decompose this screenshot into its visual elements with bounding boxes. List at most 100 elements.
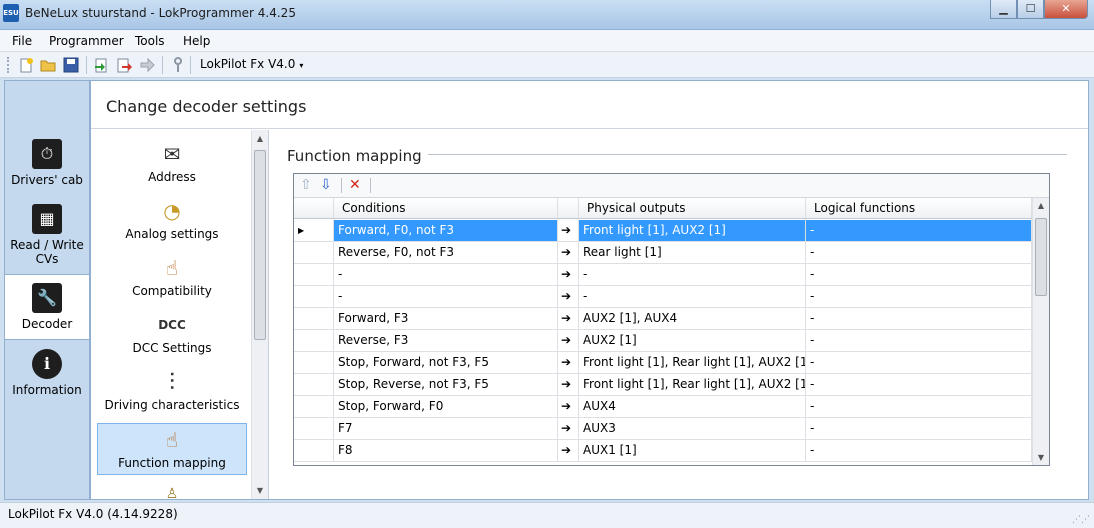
category-function-mapping[interactable]: ☝ Function mapping xyxy=(97,423,247,475)
toolbar: LokPilot Fx V4.0 ▾ xyxy=(0,52,1094,78)
category-next-partial[interactable]: ♙ xyxy=(97,480,247,499)
menu-file[interactable]: File xyxy=(12,34,32,48)
logical-functions-cell[interactable]: - xyxy=(806,286,1032,307)
conditions-cell[interactable]: Stop, Reverse, not F3, F5 xyxy=(334,374,558,395)
table-row[interactable]: F8 ➔ AUX1 [1] - xyxy=(294,440,1032,462)
menu-programmer[interactable]: Programmer xyxy=(49,34,124,48)
table-row[interactable]: Stop, Forward, F0 ➔ AUX4- xyxy=(294,396,1032,418)
category-address[interactable]: ✉ Address xyxy=(97,140,247,184)
conditions-cell[interactable]: - xyxy=(334,286,558,307)
conditions-cell[interactable]: Reverse, F3 xyxy=(334,330,558,351)
new-icon[interactable] xyxy=(18,57,34,73)
scroll-down-icon[interactable]: ▼ xyxy=(1033,453,1049,462)
category-compatibility[interactable]: ☝ Compatibility xyxy=(97,254,247,298)
save-icon[interactable] xyxy=(63,57,79,73)
physical-outputs-cell[interactable]: - xyxy=(579,286,806,307)
chevron-down-icon: ▾ xyxy=(299,61,304,70)
menu-help[interactable]: Help xyxy=(183,34,210,48)
table-row[interactable]: Reverse, F3 ➔ AUX2 [1] - xyxy=(294,330,1032,352)
move-down-icon[interactable]: ⇩ xyxy=(320,177,332,193)
column-header-conditions[interactable]: Conditions xyxy=(334,198,558,218)
logical-functions-cell[interactable]: - xyxy=(806,352,1032,373)
nav-decoder[interactable]: 🔧 Decoder xyxy=(5,274,89,340)
minimize-button[interactable]: ▁ xyxy=(990,0,1017,19)
table-row[interactable]: - ➔ - - xyxy=(294,264,1032,286)
category-label: Analog settings xyxy=(125,227,219,241)
logical-functions-cell[interactable]: - xyxy=(806,374,1032,395)
table-row[interactable]: ▶ Forward, F0, not F3 ➔ Front light [1], AU… xyxy=(294,220,1032,242)
conditions-cell[interactable]: F8 xyxy=(334,440,558,461)
grid-scrollbar[interactable]: ▲ ▼ xyxy=(1032,198,1049,465)
column-header-physical-outputs[interactable]: Physical outputs xyxy=(579,198,806,218)
physical-outputs-cell[interactable]: Rear light [1] xyxy=(579,242,806,263)
maximize-button[interactable]: ☐ xyxy=(1017,0,1044,19)
device-selector-label: LokPilot Fx V4.0 xyxy=(200,57,296,71)
logical-functions-cell[interactable]: - xyxy=(806,330,1032,351)
logical-functions-cell[interactable]: - xyxy=(806,418,1032,439)
nav-label: Information xyxy=(12,383,82,397)
key-icon[interactable] xyxy=(170,57,186,73)
row-marker xyxy=(294,286,334,307)
scroll-down-icon[interactable]: ▼ xyxy=(252,486,268,495)
nav-information[interactable]: ℹ Information xyxy=(5,349,89,397)
row-marker xyxy=(294,264,334,285)
column-header-logical-functions[interactable]: Logical functions xyxy=(806,198,1032,218)
table-row[interactable]: Stop, Forward, not F3, F5 ➔ Front light [1… xyxy=(294,352,1032,374)
table-row[interactable]: - ➔ - - xyxy=(294,286,1032,308)
logical-functions-cell[interactable]: - xyxy=(806,308,1032,329)
category-dcc-settings[interactable]: DCC DCC Settings xyxy=(97,311,247,355)
physical-outputs-cell[interactable]: Front light [1], Rear light [1], AUX2 [1… xyxy=(579,374,806,395)
menu-tools[interactable]: Tools xyxy=(135,34,165,48)
nav-read-write-cvs[interactable]: ▦ Read / Write CVs xyxy=(5,204,89,266)
import-icon[interactable] xyxy=(93,57,109,73)
scroll-up-icon[interactable]: ▲ xyxy=(252,134,268,143)
page-header: Change decoder settings xyxy=(91,81,1088,129)
logical-functions-cell[interactable]: - xyxy=(806,220,1032,241)
conditions-cell[interactable]: Stop, Forward, not F3, F5 xyxy=(334,352,558,373)
delete-icon[interactable]: ✕ xyxy=(349,177,361,193)
toolbar-separator xyxy=(370,178,371,193)
logical-functions-cell[interactable]: - xyxy=(806,396,1032,417)
close-button[interactable]: ✕ xyxy=(1044,0,1088,19)
conditions-cell[interactable]: Stop, Forward, F0 xyxy=(334,396,558,417)
category-driving-characteristics[interactable]: ⫶ Driving characteristics xyxy=(97,368,247,412)
table-row[interactable]: F7 ➔ AUX3- xyxy=(294,418,1032,440)
open-folder-icon[interactable] xyxy=(40,57,56,73)
gauge-icon: ◔ xyxy=(163,199,181,223)
physical-outputs-cell[interactable]: AUX4 xyxy=(579,396,806,417)
device-selector[interactable]: LokPilot Fx V4.0 ▾ xyxy=(196,56,307,74)
category-scrollbar[interactable]: ▲ ▼ xyxy=(251,130,268,499)
table-row[interactable]: Reverse, F0, not F3 ➔ Rear light [1] - xyxy=(294,242,1032,264)
table-row[interactable]: Stop, Reverse, not F3, F5 ➔ Front light [1… xyxy=(294,374,1032,396)
scrollbar-thumb[interactable] xyxy=(1035,218,1047,296)
conditions-cell[interactable]: Forward, F0, not F3 xyxy=(334,220,558,241)
category-label: DCC Settings xyxy=(132,341,212,355)
physical-outputs-cell[interactable]: AUX3 xyxy=(579,418,806,439)
nav-drivers-cab[interactable]: ⏱ Drivers' cab xyxy=(5,139,89,187)
logical-functions-cell[interactable]: - xyxy=(806,242,1032,263)
logical-functions-cell[interactable]: - xyxy=(806,264,1032,285)
conditions-cell[interactable]: F7 xyxy=(334,418,558,439)
physical-outputs-cell[interactable]: - xyxy=(579,264,806,285)
physical-outputs-cell[interactable]: AUX2 [1], AUX4 xyxy=(579,308,806,329)
scroll-up-icon[interactable]: ▲ xyxy=(1033,201,1049,210)
resize-grip-icon[interactable]: ⋰⋰ xyxy=(1072,515,1090,525)
physical-outputs-cell[interactable]: Front light [1], Rear light [1], AUX2 [1… xyxy=(579,352,806,373)
physical-outputs-cell[interactable]: AUX2 [1] xyxy=(579,330,806,351)
physical-outputs-cell[interactable]: AUX1 [1] xyxy=(579,440,806,461)
conditions-cell[interactable]: Reverse, F0, not F3 xyxy=(334,242,558,263)
grid-header-row: Conditions Physical outputs Logical func… xyxy=(294,198,1032,219)
export-icon[interactable] xyxy=(116,57,132,73)
table-row[interactable]: Forward, F3 ➔ AUX2 [1], AUX4- xyxy=(294,308,1032,330)
forward-icon[interactable] xyxy=(139,57,155,73)
scrollbar-thumb[interactable] xyxy=(254,150,266,340)
logical-functions-cell[interactable]: - xyxy=(806,440,1032,461)
stopwatch-icon: ⏱ xyxy=(32,139,62,169)
category-analog-settings[interactable]: ◔ Analog settings xyxy=(97,197,247,241)
move-up-icon[interactable]: ⇧ xyxy=(300,177,312,193)
physical-outputs-cell[interactable]: Front light [1], AUX2 [1] xyxy=(579,220,806,241)
conditions-cell[interactable]: - xyxy=(334,264,558,285)
arrow-icon: ➔ xyxy=(558,220,579,241)
conditions-cell[interactable]: Forward, F3 xyxy=(334,308,558,329)
toolbar-separator xyxy=(162,56,163,74)
